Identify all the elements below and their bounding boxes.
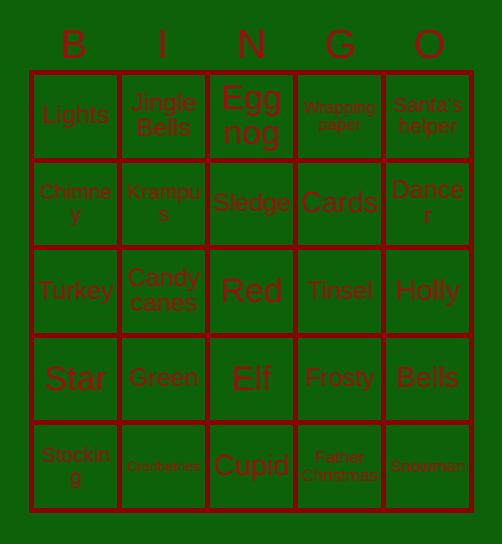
- bingo-cell[interactable]: Father Christmas: [298, 425, 381, 508]
- bingo-cell[interactable]: Dancer: [386, 162, 469, 246]
- bingo-cell[interactable]: Star: [34, 337, 117, 421]
- bingo-cell-label: Red: [220, 271, 283, 310]
- bingo-cell[interactable]: Stocking: [34, 425, 117, 508]
- bingo-cell-label: Turkey: [37, 276, 114, 305]
- bingo-cell-label: Cards: [300, 186, 379, 219]
- bingo-cell[interactable]: Tinsel: [298, 250, 381, 333]
- bingo-cell[interactable]: Snowman: [386, 425, 469, 508]
- bingo-cell-label: Lights: [42, 101, 109, 130]
- bingo-cell[interactable]: Sledge: [210, 162, 293, 246]
- bingo-cell-label: Father Christmas: [301, 448, 378, 485]
- bingo-cell-label: Bells: [396, 362, 459, 395]
- bingo-card: B I N G O Lights Jingle Bells Egg nog Wr…: [0, 0, 502, 544]
- bingo-cell-label: Cranberries: [126, 458, 201, 475]
- bingo-cell-label: Egg nog: [221, 79, 282, 153]
- bingo-cell[interactable]: Turkey: [34, 250, 117, 333]
- bingo-cell-label: Snowman: [389, 456, 466, 476]
- bingo-cell-label: Stocking: [41, 444, 110, 489]
- bingo-cell-label: Elf: [231, 359, 272, 398]
- header-letter-g: G: [324, 20, 357, 67]
- bingo-cell[interactable]: Elf: [210, 337, 293, 421]
- bingo-cell[interactable]: Bells: [386, 337, 469, 421]
- bingo-cell-label: Candy canes: [127, 263, 200, 318]
- bingo-cell-label: Santa's helper: [392, 93, 463, 139]
- bingo-cell[interactable]: Cranberries: [122, 425, 205, 508]
- bingo-cell-label: Dancer: [391, 176, 464, 230]
- bingo-cell[interactable]: Cards: [298, 162, 381, 246]
- bingo-cell-label: Krampus: [126, 181, 201, 226]
- bingo-cell[interactable]: Green: [122, 337, 205, 421]
- bingo-cell[interactable]: Lights: [34, 75, 117, 158]
- bingo-grid: Lights Jingle Bells Egg nog Wrapping pap…: [29, 70, 474, 513]
- bingo-cell-label: Chimney: [39, 181, 112, 226]
- bingo-cell[interactable]: Cupid: [210, 425, 293, 508]
- bingo-cell-label: Jingle Bells: [130, 88, 197, 143]
- bingo-header: B I N G O: [29, 18, 474, 70]
- header-letter-b: B: [59, 20, 88, 67]
- header-letter-i: I: [156, 20, 169, 67]
- bingo-cell-label: Green: [128, 364, 199, 393]
- header-letter-n: N: [236, 20, 267, 67]
- bingo-cell-label: Frosty: [304, 364, 375, 393]
- bingo-cell-label: Cupid: [213, 449, 290, 482]
- bingo-cell-label: Holly: [395, 274, 460, 307]
- bingo-cell[interactable]: Holly: [386, 250, 469, 333]
- bingo-cell[interactable]: Jingle Bells: [122, 75, 205, 158]
- bingo-cell-label: Star: [44, 359, 107, 398]
- bingo-cell[interactable]: Candy canes: [122, 250, 205, 333]
- bingo-cell[interactable]: Santa's helper: [386, 75, 469, 158]
- bingo-cell-label: Sledge: [212, 189, 291, 218]
- bingo-cell[interactable]: Wrapping paper: [298, 75, 381, 158]
- bingo-cell-label: Wrapping paper: [303, 97, 376, 135]
- bingo-cell-label: Tinsel: [306, 276, 373, 305]
- bingo-cell[interactable]: Chimney: [34, 162, 117, 246]
- bingo-cell[interactable]: Red: [210, 250, 293, 333]
- bingo-cell[interactable]: Egg nog: [210, 75, 293, 158]
- bingo-cell[interactable]: Frosty: [298, 337, 381, 421]
- bingo-cell[interactable]: Krampus: [122, 162, 205, 246]
- header-letter-o: O: [413, 20, 446, 67]
